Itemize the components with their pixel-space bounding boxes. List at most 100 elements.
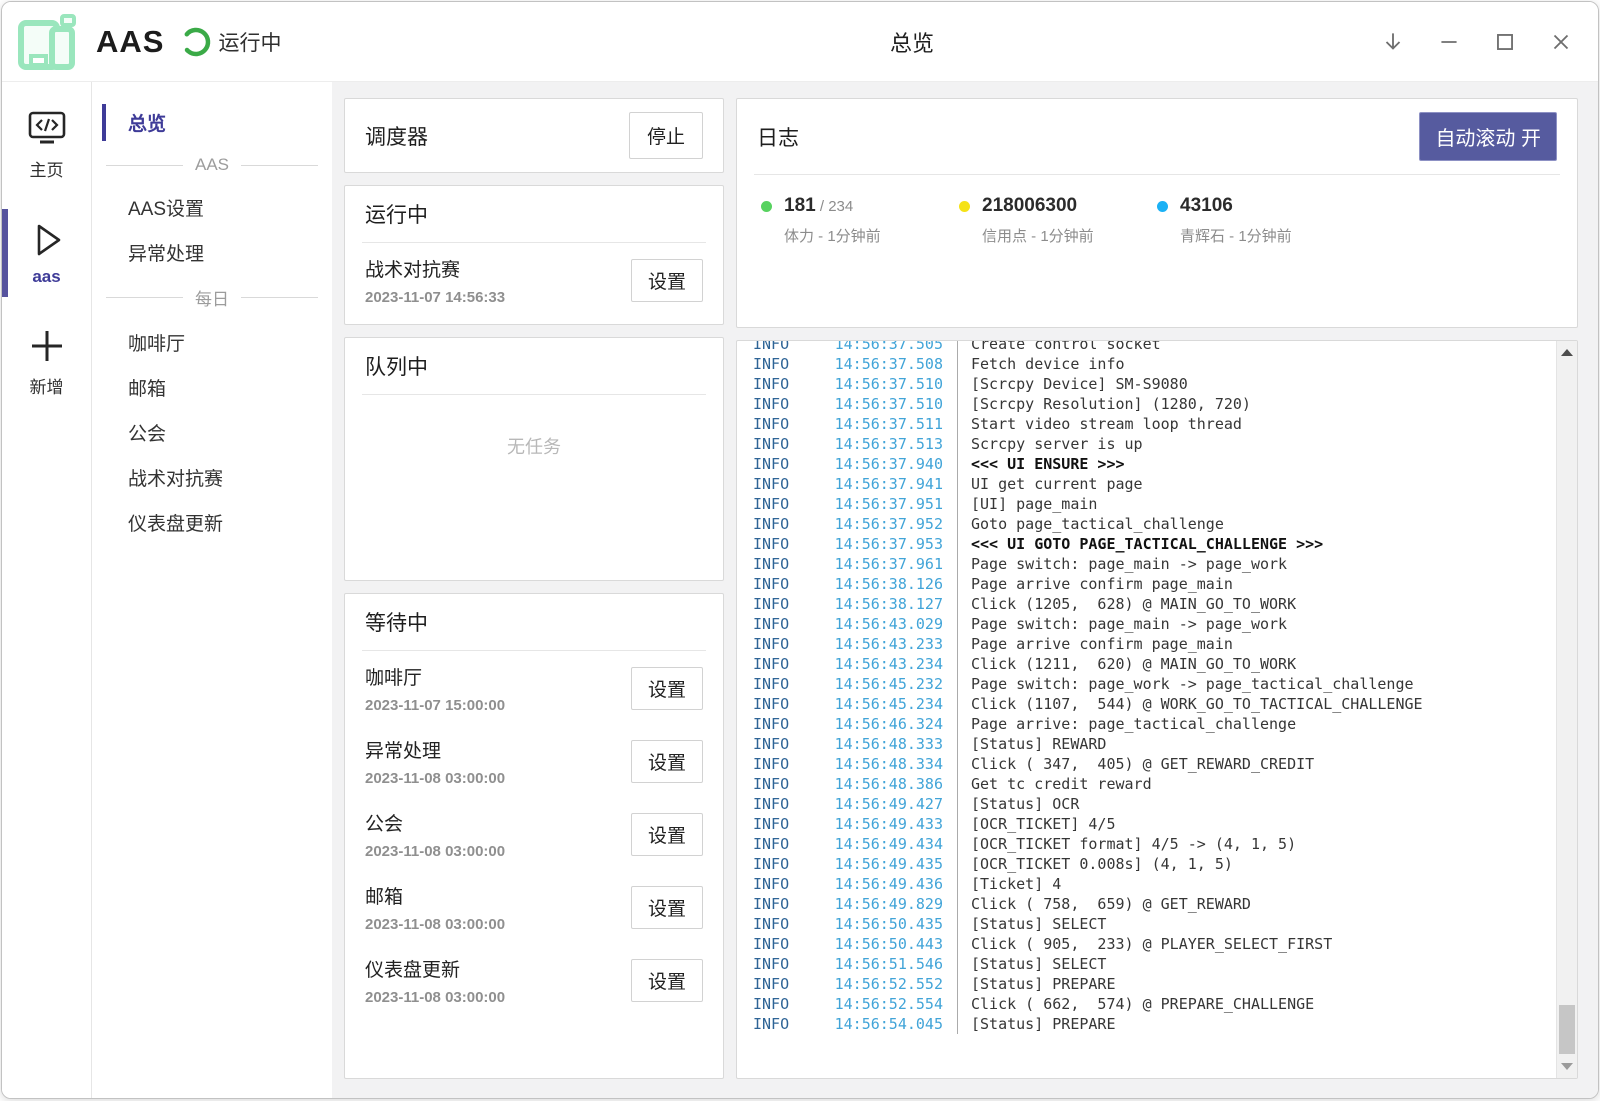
running-title: 运行中 — [365, 199, 428, 229]
log-message: Page arrive: page_tactical_challenge — [957, 714, 1296, 734]
log-level: INFO — [753, 974, 817, 994]
download-arrow-icon[interactable] — [1378, 27, 1408, 57]
queue-empty-hint: 无任务 — [345, 395, 723, 459]
log-timestamp: 14:56:45.232 — [817, 674, 943, 694]
log-line: INFO 14:56:49.829 Click ( 758, 659) @ GE… — [753, 894, 1556, 914]
stat-value: 181 / 234 — [784, 195, 853, 217]
nav-item-guild[interactable]: 公会 — [92, 410, 332, 455]
log-level: INFO — [753, 394, 817, 414]
stat-label: 青辉石 - 1分钟前 — [1180, 225, 1355, 246]
task-name: 异常处理 — [365, 736, 505, 763]
log-line: INFO 14:56:54.045 [Status] PREPARE — [753, 1014, 1556, 1034]
log-message: [Status] OCR — [957, 794, 1079, 814]
log-column: 日志 自动滚动 开 181 / 234 体力 - 1分钟前 218006300 … — [736, 98, 1578, 1079]
resource-stat: 181 / 234 体力 - 1分钟前 — [761, 195, 959, 246]
nav-item-dashboard-update[interactable]: 仪表盘更新 — [92, 500, 332, 545]
nav-item-exception-handling[interactable]: 异常处理 — [92, 230, 332, 275]
home-monitor-icon — [25, 108, 69, 150]
rail-item-aas[interactable]: aas — [2, 213, 92, 293]
autoscroll-toggle-button[interactable]: 自动滚动 开 — [1419, 112, 1557, 161]
log-message: Goto page_tactical_challenge — [957, 514, 1224, 534]
log-level: INFO — [753, 854, 817, 874]
log-line: INFO 14:56:48.333 [Status] REWARD — [753, 734, 1556, 754]
nav-item-cafe[interactable]: 咖啡厅 — [92, 320, 332, 365]
stat-dot-icon — [761, 201, 772, 212]
scrollbar-thumb[interactable] — [1559, 1005, 1575, 1054]
nav-column: 总览AASAAS设置异常处理每日咖啡厅邮箱公会战术对抗赛仪表盘更新 — [92, 82, 332, 1098]
log-timestamp: 14:56:37.951 — [817, 494, 943, 514]
log-timestamp: 14:56:37.511 — [817, 414, 943, 434]
scrollbar-down-arrow-icon[interactable] — [1561, 1063, 1573, 1070]
task-row: 公会 2023-11-08 03:00:00 设置 — [345, 797, 723, 870]
log-timestamp: 14:56:38.127 — [817, 594, 943, 614]
waiting-card: 等待中 咖啡厅 2023-11-07 15:00:00 设置 异常处理 2023… — [344, 593, 724, 1079]
log-message: [Scrcpy Device] SM-S9080 — [957, 374, 1188, 394]
log-lines: INFO 14:56:37.505 Create control socket … — [737, 340, 1556, 1034]
log-line: INFO 14:56:37.511 Start video stream loo… — [753, 414, 1556, 434]
log-view[interactable]: INFO 14:56:37.505 Create control socket … — [736, 340, 1578, 1079]
rail-item-add[interactable]: 新增 — [2, 319, 92, 404]
log-timestamp: 14:56:37.953 — [817, 534, 943, 554]
task-name: 战术对抗赛 — [365, 255, 505, 282]
log-message: Start video stream loop thread — [957, 414, 1242, 434]
nav-item-mailbox[interactable]: 邮箱 — [92, 365, 332, 410]
log-level: INFO — [753, 994, 817, 1014]
log-timestamp: 14:56:37.941 — [817, 474, 943, 494]
rail-item-home[interactable]: 主页 — [2, 102, 92, 187]
minimize-icon[interactable] — [1434, 27, 1464, 57]
waiting-title: 等待中 — [365, 607, 428, 637]
maximize-icon[interactable] — [1490, 27, 1520, 57]
log-line: INFO 14:56:38.126 Page arrive confirm pa… — [753, 574, 1556, 594]
scrollbar-up-arrow-icon[interactable] — [1561, 349, 1573, 356]
log-line: INFO 14:56:37.953 <<< UI GOTO PAGE_TACTI… — [753, 534, 1556, 554]
stat-dot-icon — [959, 201, 970, 212]
task-name: 仪表盘更新 — [365, 955, 505, 982]
app-name: AAS — [96, 24, 164, 60]
log-line: INFO 14:56:43.029 Page switch: page_main… — [753, 614, 1556, 634]
log-level: INFO — [753, 834, 817, 854]
log-timestamp: 14:56:50.435 — [817, 914, 943, 934]
log-message: Click (1107, 544) @ WORK_GO_TO_TACTICAL_… — [957, 694, 1423, 714]
log-scrollbar[interactable] — [1556, 341, 1577, 1078]
log-message: Click ( 347, 405) @ GET_REWARD_CREDIT — [957, 754, 1314, 774]
log-message: Page switch: page_work -> page_tactical_… — [957, 674, 1414, 694]
nav-item-overview[interactable]: 总览 — [92, 100, 332, 145]
log-message: Click ( 758, 659) @ GET_REWARD — [957, 894, 1251, 914]
nav-item-tactical-challenge[interactable]: 战术对抗赛 — [92, 455, 332, 500]
log-message: Click ( 905, 233) @ PLAYER_SELECT_FIRST — [957, 934, 1332, 954]
nav-item-aas-settings[interactable]: AAS设置 — [92, 185, 332, 230]
log-level: INFO — [753, 454, 817, 474]
log-header-card: 日志 自动滚动 开 181 / 234 体力 - 1分钟前 218006300 … — [736, 98, 1578, 328]
task-settings-button[interactable]: 设置 — [631, 813, 703, 856]
log-level: INFO — [753, 674, 817, 694]
icon-sidebar: 主页 aas 新增 — [2, 82, 92, 1098]
close-icon[interactable] — [1546, 27, 1576, 57]
log-line: INFO 14:56:52.552 [Status] PREPARE — [753, 974, 1556, 994]
log-level: INFO — [753, 414, 817, 434]
play-icon — [25, 219, 69, 261]
log-message: [Scrcpy Resolution] (1280, 720) — [957, 394, 1251, 414]
log-timestamp: 14:56:48.386 — [817, 774, 943, 794]
tasks-column: 调度器 停止 运行中 战术对抗赛 2023-11-07 14:56:33 设置 — [344, 98, 724, 1079]
log-level: INFO — [753, 614, 817, 634]
task-time: 2023-11-08 03:00:00 — [365, 916, 505, 933]
log-message: [OCR_TICKET] 4/5 — [957, 814, 1116, 834]
task-settings-button[interactable]: 设置 — [631, 959, 703, 1002]
stop-button[interactable]: 停止 — [629, 112, 703, 159]
log-line: INFO 14:56:45.232 Page switch: page_work… — [753, 674, 1556, 694]
log-line: INFO 14:56:50.435 [Status] SELECT — [753, 914, 1556, 934]
task-settings-button[interactable]: 设置 — [631, 740, 703, 783]
log-timestamp: 14:56:37.505 — [817, 340, 943, 354]
log-message: Page arrive confirm page_main — [957, 574, 1233, 594]
scheduler-title: 调度器 — [365, 121, 428, 151]
log-line: INFO 14:56:37.508 Fetch device info — [753, 354, 1556, 374]
log-timestamp: 14:56:49.427 — [817, 794, 943, 814]
task-settings-button[interactable]: 设置 — [631, 259, 703, 302]
log-timestamp: 14:56:37.940 — [817, 454, 943, 474]
task-settings-button[interactable]: 设置 — [631, 886, 703, 929]
task-time: 2023-11-08 03:00:00 — [365, 989, 505, 1006]
log-message: Get tc credit reward — [957, 774, 1152, 794]
task-settings-button[interactable]: 设置 — [631, 667, 703, 710]
log-timestamp: 14:56:49.436 — [817, 874, 943, 894]
log-level: INFO — [753, 340, 817, 354]
